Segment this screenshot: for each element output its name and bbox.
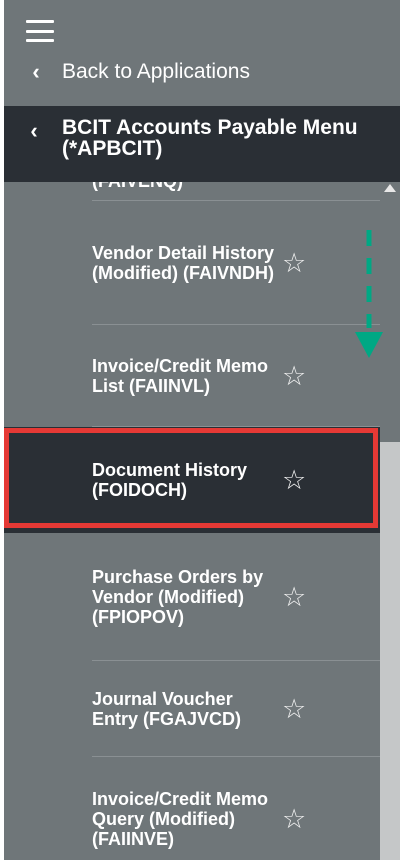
chevron-left-icon: ‹ [30, 118, 38, 143]
menu-item-label: Invoice/Credit Memo Query (Modified) (FA… [92, 789, 269, 849]
chevron-left-icon: ‹ [32, 59, 40, 84]
back-to-applications-button[interactable]: ‹ Back to Applications [4, 50, 400, 94]
menu-item-vendor-detail-history[interactable]: Vendor Detail History (Modified) (FAIVND… [4, 201, 380, 325]
menu-item-purchase-orders-by-vendor[interactable]: Purchase Orders by Vendor (Modified) (FP… [4, 533, 380, 661]
menu-item-label: (FAIVENQ) [92, 182, 282, 191]
menu-item-label: Vendor Detail History (Modified) (FAIVND… [92, 243, 275, 283]
menu-item-invoice-credit-memo-list[interactable]: Invoice/Credit Memo List (FAIINVL) ☆ [4, 325, 380, 427]
menu-header[interactable]: ‹ BCIT Accounts Payable Menu (*APBCIT) [4, 106, 400, 182]
menu-title: BCIT Accounts Payable Menu (*APBCIT) [62, 116, 358, 160]
scroll-down-arrow-annotation [355, 230, 383, 358]
menu-item-label: Invoice/Credit Memo List (FAIINVL) [92, 356, 269, 396]
star-outline-icon[interactable]: ☆ [282, 805, 306, 833]
star-outline-icon[interactable]: ☆ [282, 362, 306, 390]
menu-item-label: Journal Voucher Entry (FGAJVCD) [92, 689, 242, 729]
annotation-arrowhead [355, 332, 383, 358]
menu-item-journal-voucher-entry[interactable]: Journal Voucher Entry (FGAJVCD) ☆ [4, 661, 380, 757]
back-to-applications-label: Back to Applications [62, 60, 250, 83]
star-outline-icon[interactable]: ☆ [282, 249, 306, 277]
highlight-box [4, 428, 378, 528]
star-outline-icon[interactable]: ☆ [282, 695, 306, 723]
star-outline-icon[interactable]: ☆ [282, 583, 306, 611]
scroll-up-arrow-icon[interactable] [384, 184, 396, 192]
hamburger-menu-icon[interactable] [26, 20, 54, 42]
menu-item-invoice-credit-memo-query[interactable]: Invoice/Credit Memo Query (Modified) (FA… [4, 757, 380, 860]
scrollbar-thumb[interactable] [380, 442, 400, 860]
menu-item-vendor-query[interactable]: (FAIVENQ) [4, 182, 380, 201]
menu-item-label: Purchase Orders by Vendor (Modified) (FP… [92, 567, 264, 627]
